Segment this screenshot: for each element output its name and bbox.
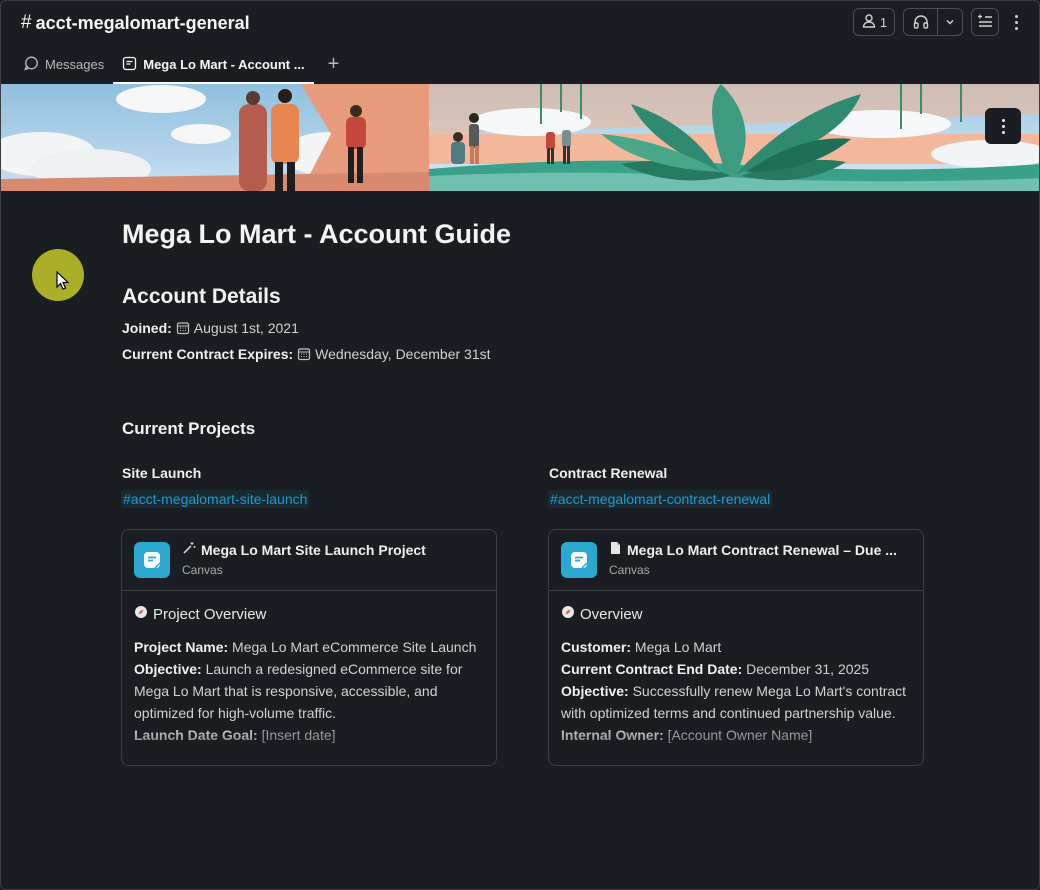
field-label: Internal Owner: (561, 727, 664, 743)
section-title-text: Overview (580, 605, 643, 623)
tab-messages[interactable]: Messages (15, 45, 113, 84)
card-header: Mega Lo Mart Site Launch Project Canvas (122, 530, 496, 591)
header-actions: 1 (853, 8, 1025, 36)
field-label: Customer: (561, 639, 632, 655)
page-title: Mega Lo Mart - Account Guide (122, 219, 512, 249)
preview-text: Customer: Mega Lo Mart Current Contract … (561, 636, 911, 746)
contract-renewal-canvas-card[interactable]: Mega Lo Mart Contract Renewal – Due ... … (548, 529, 924, 766)
person-icon (861, 13, 877, 32)
chevron-down-icon[interactable] (938, 9, 962, 35)
card-titles: Mega Lo Mart Contract Renewal – Due ... … (609, 541, 909, 578)
card-subtitle: Canvas (182, 563, 223, 577)
card-title-text: Mega Lo Mart Site Launch Project (201, 541, 426, 558)
card-subtitle: Canvas (609, 563, 650, 577)
field-value: Mega Lo Mart (631, 639, 722, 655)
message-bubble-icon (24, 56, 39, 74)
joined-date[interactable]: August 1st, 2021 (194, 320, 299, 336)
canvas-icon (134, 542, 170, 578)
channel-tabs: Messages Mega Lo Mart - Account ... + (1, 45, 1039, 84)
card-header: Mega Lo Mart Contract Renewal – Due ... … (549, 530, 923, 591)
channel-name: acct-megalomart-general (35, 12, 250, 33)
canvas-icon (122, 56, 137, 74)
calendar-icon (297, 347, 311, 361)
site-launch-channel-link[interactable]: #acct-megalomart-site-launch (121, 490, 310, 508)
canvas-list-button[interactable] (971, 8, 999, 36)
more-options-icon[interactable] (1007, 8, 1025, 36)
preview-text: Project Name: Mega Lo Mart eCommerce Sit… (134, 636, 484, 746)
field-value: December 31, 2025 (742, 661, 870, 677)
hash-icon: # (21, 12, 32, 33)
joined-label: Joined: (122, 320, 172, 336)
tab-messages-label: Messages (45, 57, 105, 72)
card-title-text: Mega Lo Mart Contract Renewal – Due ... (627, 541, 897, 558)
banner-illustration (1, 84, 1039, 191)
section-title-text: Project Overview (153, 605, 267, 623)
card-titles: Mega Lo Mart Site Launch Project Canvas (182, 541, 482, 578)
expires-line: Current Contract Expires: Wednesday, Dec… (122, 346, 491, 362)
joined-line: Joined: August 1st, 2021 (122, 320, 299, 336)
banner-menu-button[interactable] (985, 108, 1021, 144)
magic-wand-icon (182, 541, 196, 558)
contract-renewal-channel-link[interactable]: #acct-megalomart-contract-renewal (548, 490, 773, 508)
field-label: Objective: (561, 683, 629, 699)
card-preview: Overview Customer: Mega Lo Mart Current … (549, 591, 923, 765)
app-window: # acct-megalomart-general 1 Messages Meg… (0, 0, 1040, 890)
site-launch-canvas-card[interactable]: Mega Lo Mart Site Launch Project Canvas … (121, 529, 497, 766)
field-label: Project Name: (134, 639, 229, 655)
channel-title[interactable]: # acct-megalomart-general (21, 12, 250, 34)
expires-date[interactable]: Wednesday, December 31st (315, 346, 490, 362)
contract-renewal-heading: Contract Renewal (549, 465, 668, 481)
compass-icon (561, 605, 575, 623)
site-launch-heading: Site Launch (122, 465, 202, 481)
add-tab-button[interactable]: + (314, 45, 354, 84)
field-label: Objective: (134, 661, 202, 677)
field-value: Mega Lo Mart eCommerce Site Launch (228, 639, 477, 655)
tab-canvas-label: Mega Lo Mart - Account ... (143, 57, 305, 72)
expires-label: Current Contract Expires: (122, 346, 294, 362)
calendar-icon (176, 321, 190, 335)
card-title[interactable]: Mega Lo Mart Contract Renewal – Due ... (609, 541, 909, 558)
canvas-document: Mega Lo Mart - Account Guide Account Det… (121, 219, 942, 766)
list-sparkle-icon (976, 12, 994, 33)
members-count: 1 (879, 14, 888, 30)
tab-canvas[interactable]: Mega Lo Mart - Account ... (113, 45, 314, 84)
field-label: Current Contract End Date: (561, 661, 743, 677)
huddle-button[interactable] (903, 8, 963, 36)
document-icon (609, 541, 622, 558)
field-value: [Account Owner Name] (663, 727, 813, 743)
field-value: [Insert date] (257, 727, 336, 743)
compass-icon (134, 605, 148, 623)
members-button[interactable]: 1 (853, 8, 895, 36)
current-projects-heading: Current Projects (122, 419, 256, 438)
field-label: Launch Date Goal: (134, 727, 258, 743)
section-title: Project Overview (134, 605, 484, 623)
canvas-icon (561, 542, 597, 578)
headphones-icon[interactable] (904, 9, 938, 35)
card-preview: Project Overview Project Name: Mega Lo M… (122, 591, 496, 765)
section-title: Overview (561, 605, 911, 623)
mouse-pointer-icon (56, 270, 70, 296)
card-title[interactable]: Mega Lo Mart Site Launch Project (182, 541, 482, 558)
account-details-heading: Account Details (122, 285, 281, 308)
canvas-banner (1, 84, 1039, 191)
channel-header: # acct-megalomart-general 1 (1, 1, 1039, 45)
